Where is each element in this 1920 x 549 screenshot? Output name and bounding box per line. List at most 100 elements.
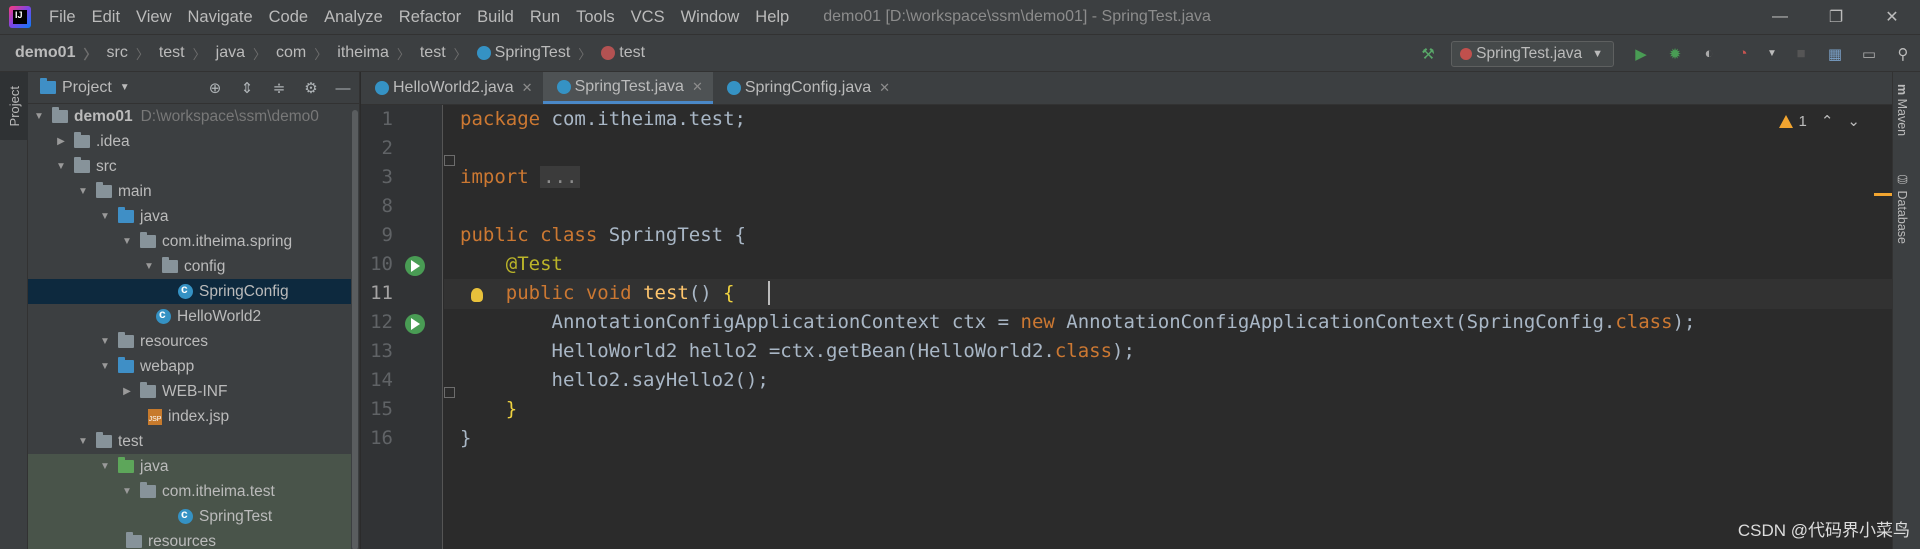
project-view-selector[interactable]: Project [62, 79, 112, 97]
menu-view[interactable]: View [128, 0, 179, 34]
close-tab-icon[interactable]: ✕ [879, 80, 890, 96]
breadcrumb-test[interactable]: test 〉 [149, 44, 206, 63]
menu-analyze[interactable]: Analyze [316, 0, 391, 34]
run-icon[interactable]: ▶ [1630, 43, 1652, 65]
stop-icon[interactable]: ■ [1790, 43, 1812, 65]
tree-item-main-resources[interactable]: ▼ resources [28, 329, 359, 354]
tree-item-main[interactable]: ▼ main [28, 179, 359, 204]
chevron-down-icon[interactable]: ▼ [142, 261, 156, 272]
previous-highlight-icon[interactable]: ⌃ [1821, 112, 1834, 130]
close-tab-icon[interactable]: ✕ [692, 79, 703, 95]
project-tool-tab[interactable]: Project [0, 72, 28, 140]
warning-icon [1778, 114, 1793, 128]
close-tab-icon[interactable]: ✕ [522, 80, 533, 96]
chevron-down-icon[interactable]: ▼ [98, 461, 112, 472]
build-hammer-icon[interactable]: ⚒ [1417, 43, 1439, 65]
menu-window[interactable]: Window [673, 0, 748, 34]
breadcrumb-src[interactable]: src 〉 [96, 44, 148, 63]
fold-method-end-icon[interactable] [444, 387, 455, 398]
chevron-down-icon[interactable]: ▼ [98, 361, 112, 372]
tree-item-helloworld2[interactable]: HelloWorld2 [28, 304, 359, 329]
more-run-chevron-icon[interactable]: ▼ [1766, 43, 1778, 65]
chevron-down-icon[interactable]: ▼ [98, 211, 112, 222]
run-test-method-icon[interactable] [405, 314, 425, 334]
maven-tool-tab[interactable]: m Maven [1895, 84, 1909, 136]
chevron-down-icon[interactable]: ▼ [120, 486, 134, 497]
chevron-down-icon[interactable]: ▼ [120, 82, 130, 93]
tree-item-springtest[interactable]: SpringTest [28, 504, 359, 529]
breadcrumb-project[interactable]: demo01 〉 [0, 44, 96, 63]
profile-icon[interactable]: ◔ [1732, 43, 1754, 65]
menu-tools[interactable]: Tools [568, 0, 623, 34]
chevron-right-icon[interactable]: ▶ [120, 386, 134, 397]
project-structure-icon[interactable]: ▦ [1824, 43, 1846, 65]
run-test-class-icon[interactable] [405, 256, 425, 276]
tree-item-idea[interactable]: ▶ .idea [28, 129, 359, 154]
tree-item-webapp[interactable]: ▼ webapp [28, 354, 359, 379]
search-icon[interactable]: ⚲ [1892, 43, 1914, 65]
tab-springconfig[interactable]: SpringConfig.java ✕ [713, 72, 900, 104]
debug-icon[interactable]: ✹ [1664, 43, 1686, 65]
tree-item-src[interactable]: ▼ src [28, 154, 359, 179]
breadcrumb-itheima[interactable]: itheima 〉 [327, 44, 410, 63]
tree-item-config[interactable]: ▼ config [28, 254, 359, 279]
tree-item-web-inf[interactable]: ▶ WEB-INF [28, 379, 359, 404]
menu-help[interactable]: Help [747, 0, 797, 34]
chevron-down-icon[interactable]: ▼ [76, 436, 90, 447]
collapse-all-icon[interactable]: ≑ [263, 79, 295, 97]
locate-file-icon[interactable]: ⊕ [199, 79, 231, 97]
coverage-icon[interactable]: ◐ [1698, 43, 1720, 65]
chevron-down-icon[interactable]: ▼ [120, 236, 134, 247]
menu-vcs[interactable]: VCS [623, 0, 673, 34]
breadcrumb-java[interactable]: java 〉 [206, 44, 266, 63]
project-scrollbar[interactable] [351, 104, 359, 549]
fold-import-icon[interactable] [444, 155, 455, 166]
chevron-down-icon[interactable]: ▼ [98, 336, 112, 347]
chevron-down-icon[interactable]: ▼ [76, 186, 90, 197]
tree-item-main-java[interactable]: ▼ java [28, 204, 359, 229]
line-number: 8 [381, 195, 393, 217]
inspection-widget[interactable]: 1 ⌃ ⌄ [1778, 112, 1860, 130]
minimize-button[interactable]: — [1752, 0, 1808, 34]
tree-item-com-itheima-spring[interactable]: ▼ com.itheima.spring [28, 229, 359, 254]
editor-gutter[interactable]: 1 2 3 8 9 10 11 12 13 14 15 16 [361, 105, 443, 549]
tree-item-demo01[interactable]: ▼ demo01 D:\workspace\ssm\demo0 [28, 104, 359, 129]
tree-item-test[interactable]: ▼ test [28, 429, 359, 454]
menu-file[interactable]: File [41, 0, 84, 34]
tree-item-springconfig[interactable]: SpringConfig [28, 279, 359, 304]
breadcrumb-springtest-class[interactable]: SpringTest 〉 [467, 44, 591, 63]
breadcrumb-test-package[interactable]: test 〉 [410, 44, 467, 63]
code-editor[interactable]: package com.itheima.test; import ... pub… [444, 105, 1892, 549]
gear-icon[interactable]: ⚙ [295, 79, 327, 97]
tree-item-index-jsp[interactable]: JSP index.jsp [28, 404, 359, 429]
breadcrumb-com[interactable]: com 〉 [266, 44, 327, 63]
chevron-down-icon[interactable]: ▼ [32, 111, 46, 122]
tree-item-test-java[interactable]: ▼ java [28, 454, 359, 479]
line-number: 16 [370, 427, 393, 449]
menu-build[interactable]: Build [469, 0, 522, 34]
tree-item-com-itheima-test[interactable]: ▼ com.itheima.test [28, 479, 359, 504]
chevron-down-icon[interactable]: ▼ [54, 161, 68, 172]
chevron-right-icon[interactable]: ▶ [54, 136, 68, 147]
close-button[interactable]: ✕ [1864, 0, 1920, 34]
terminal-window-icon[interactable]: ▭ [1858, 43, 1880, 65]
menu-refactor[interactable]: Refactor [391, 0, 469, 34]
folded-imports[interactable]: ... [540, 166, 581, 188]
tab-springtest[interactable]: SpringTest.java ✕ [542, 72, 713, 104]
restore-button[interactable]: ❐ [1808, 0, 1864, 34]
menu-run[interactable]: Run [522, 0, 568, 34]
menu-edit[interactable]: Edit [84, 0, 128, 34]
hide-panel-icon[interactable]: — [327, 80, 359, 97]
next-highlight-icon[interactable]: ⌄ [1847, 112, 1860, 130]
database-tool-tab[interactable]: ⛁ Database [1895, 172, 1910, 244]
menu-navigate[interactable]: Navigate [180, 0, 261, 34]
run-configuration-dropdown[interactable]: SpringTest.java ▼ [1451, 40, 1614, 67]
tab-helloworld2[interactable]: HelloWorld2.java ✕ [361, 72, 543, 104]
intention-bulb-icon[interactable] [471, 288, 483, 302]
warning-stripe-marker[interactable] [1874, 193, 1892, 196]
menu-code[interactable]: Code [261, 0, 316, 34]
breadcrumb-test-method[interactable]: test [591, 44, 645, 62]
tree-item-test-resources[interactable]: resources [28, 529, 359, 549]
scrollbar-thumb[interactable] [352, 110, 358, 549]
expand-all-icon[interactable]: ⇕ [231, 79, 263, 97]
